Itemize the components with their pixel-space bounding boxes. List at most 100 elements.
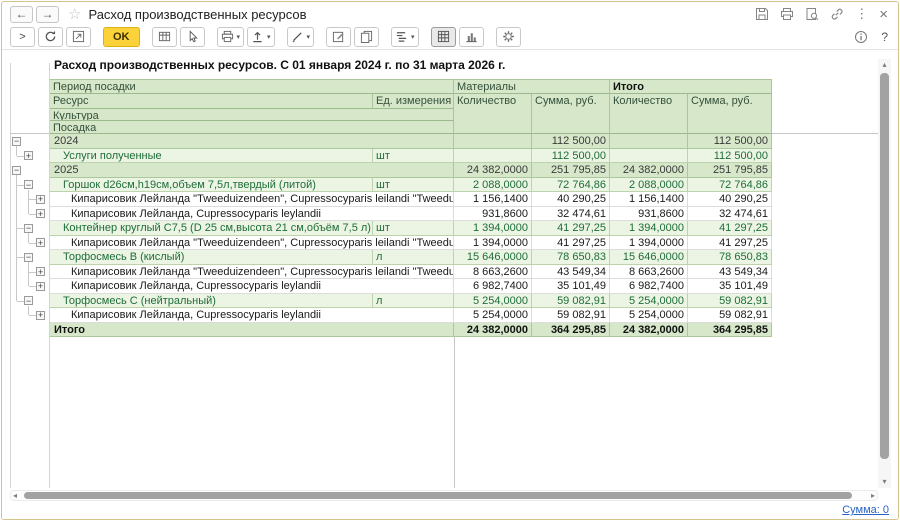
expand-group-button[interactable]: + (36, 238, 45, 247)
edit-button[interactable] (326, 27, 351, 47)
row-label[interactable]: 2024 (50, 134, 454, 149)
export-dropdown-icon[interactable]: ▾ (267, 33, 271, 41)
collapse-group-button[interactable]: − (24, 224, 33, 233)
horizontal-scroll-thumb[interactable] (24, 492, 852, 499)
row-label[interactable]: Контейнер круглый С7,5 (D 25 см,высота 2… (50, 221, 373, 236)
cell-qty-materials[interactable]: 5 254,0000 (454, 308, 532, 323)
cell-qty-total[interactable]: 6 982,7400 (610, 279, 688, 294)
copy-button[interactable] (354, 27, 379, 47)
cell-unit[interactable]: шт (373, 149, 454, 164)
cell-unit[interactable]: шт (373, 221, 454, 236)
cell-sum-materials[interactable]: 41 297,25 (532, 236, 610, 251)
chart-view-button[interactable] (459, 27, 484, 47)
cell-qty-total[interactable] (610, 134, 688, 149)
cell-qty-total[interactable]: 5 254,0000 (610, 308, 688, 323)
cell-sum-total[interactable]: 40 290,25 (688, 192, 772, 207)
row-label[interactable]: 2025 (50, 163, 454, 178)
cell-sum-total[interactable]: 72 764,86 (688, 178, 772, 193)
pointer-button[interactable] (180, 27, 205, 47)
cell-sum-total[interactable]: 251 795,85 (688, 163, 772, 178)
cell-sum-materials[interactable]: 78 650,83 (532, 250, 610, 265)
scroll-up-icon[interactable]: ▴ (878, 60, 891, 70)
settings-gear-button[interactable] (496, 27, 521, 47)
row-label[interactable]: Торфосмесь В (кислый) (50, 250, 373, 265)
row-label[interactable]: Горшок d26см,h19см,объем 7,5л,твердый (л… (50, 178, 373, 193)
info-icon[interactable] (854, 30, 868, 44)
cell-sum-total[interactable]: 32 474,61 (688, 207, 772, 222)
cell-qty-total[interactable]: 24 382,0000 (610, 323, 688, 338)
forward-button[interactable]: → (36, 6, 59, 23)
collapse-group-button[interactable]: − (12, 137, 21, 146)
close-icon[interactable]: × (879, 6, 888, 23)
export-button[interactable]: ▾ (247, 27, 275, 47)
cell-sum-total[interactable]: 364 295,85 (688, 323, 772, 338)
row-label[interactable]: Услуги полученные (50, 149, 373, 164)
back-button[interactable]: ← (10, 6, 33, 23)
collapse-group-button[interactable]: − (24, 253, 33, 262)
cell-qty-materials[interactable]: 1 394,0000 (454, 221, 532, 236)
scroll-right-icon[interactable]: ▸ (871, 491, 875, 500)
header-cell-unit[interactable]: Ед. измерения (373, 94, 454, 109)
cell-qty-total[interactable]: 24 382,0000 (610, 163, 688, 178)
cell-qty-materials[interactable]: 8 663,2600 (454, 265, 532, 280)
cell-qty-materials[interactable] (454, 149, 532, 164)
horizontal-scrollbar[interactable]: ◂ ▸ (10, 490, 878, 501)
cell-qty-total[interactable]: 1 394,0000 (610, 236, 688, 251)
cell-sum-total[interactable]: 112 500,00 (688, 134, 772, 149)
vertical-scrollbar[interactable]: ▴ ▾ (878, 59, 891, 488)
cell-qty-materials[interactable]: 15 646,0000 (454, 250, 532, 265)
format-brush-button[interactable]: ▾ (287, 27, 315, 47)
header-cell-sum-materials[interactable]: Сумма, руб. (532, 94, 610, 134)
cell-sum-materials[interactable]: 59 082,91 (532, 308, 610, 323)
cell-sum-materials[interactable]: 112 500,00 (532, 149, 610, 164)
header-cell-planting[interactable]: Посадка (50, 121, 454, 134)
cell-qty-total[interactable]: 15 646,0000 (610, 250, 688, 265)
header-cell-sum-total[interactable]: Сумма, руб. (688, 94, 772, 134)
cell-qty-total[interactable]: 8 663,2600 (610, 265, 688, 280)
levels-dropdown-icon[interactable]: ▾ (411, 33, 415, 41)
expand-group-button[interactable]: + (36, 311, 45, 320)
cell-qty-total[interactable]: 931,8600 (610, 207, 688, 222)
cell-sum-total[interactable]: 78 650,83 (688, 250, 772, 265)
ok-button[interactable]: OK (103, 27, 140, 47)
cell-qty-materials[interactable]: 6 982,7400 (454, 279, 532, 294)
cell-qty-materials[interactable]: 2 088,0000 (454, 178, 532, 193)
cell-sum-materials[interactable]: 112 500,00 (532, 134, 610, 149)
brush-dropdown-icon[interactable]: ▾ (307, 33, 311, 41)
cell-qty-materials[interactable]: 931,8600 (454, 207, 532, 222)
print-icon[interactable] (780, 7, 794, 21)
cell-unit[interactable]: л (373, 250, 454, 265)
refresh-button[interactable] (38, 27, 63, 47)
expand-group-button[interactable]: + (24, 151, 33, 160)
cell-sum-materials[interactable]: 72 764,86 (532, 178, 610, 193)
outline-levels-button[interactable]: ▾ (391, 27, 419, 47)
scroll-left-icon[interactable]: ◂ (13, 491, 17, 500)
cell-sum-total[interactable]: 59 082,91 (688, 308, 772, 323)
header-cell-period[interactable]: Период посадки (50, 79, 454, 94)
cell-sum-materials[interactable]: 364 295,85 (532, 323, 610, 338)
expand-group-button[interactable]: + (36, 195, 45, 204)
collapse-group-button[interactable]: − (24, 296, 33, 305)
expand-group-button[interactable]: + (36, 209, 45, 218)
favorite-star-icon[interactable]: ☆ (68, 5, 81, 23)
cell-qty-materials[interactable]: 24 382,0000 (454, 163, 532, 178)
vertical-scroll-thumb[interactable] (880, 73, 889, 459)
row-label[interactable]: Кипарисовик Лейланда, Cupressocyparis le… (50, 207, 454, 222)
expand-panel-button[interactable]: > (10, 27, 35, 47)
cell-qty-materials[interactable]: 5 254,0000 (454, 294, 532, 309)
row-label[interactable]: Кипарисовик Лейланда "Tweeduizendeen", C… (50, 236, 454, 251)
cell-sum-materials[interactable]: 40 290,25 (532, 192, 610, 207)
table-view-button[interactable] (431, 27, 456, 47)
cell-sum-materials[interactable]: 43 549,34 (532, 265, 610, 280)
row-label[interactable]: Торфосмесь С (нейтральный) (50, 294, 373, 309)
link-icon[interactable] (830, 7, 844, 21)
sum-status-link[interactable]: Сумма: 0 (842, 504, 889, 516)
cell-unit[interactable]: шт (373, 178, 454, 193)
cell-qty-materials[interactable] (454, 134, 532, 149)
cell-sum-total[interactable]: 41 297,25 (688, 236, 772, 251)
preview-icon[interactable] (805, 7, 819, 21)
cell-sum-materials[interactable]: 32 474,61 (532, 207, 610, 222)
cell-sum-materials[interactable]: 41 297,25 (532, 221, 610, 236)
header-cell-total[interactable]: Итого (610, 79, 772, 94)
cell-sum-total[interactable]: 59 082,91 (688, 294, 772, 309)
